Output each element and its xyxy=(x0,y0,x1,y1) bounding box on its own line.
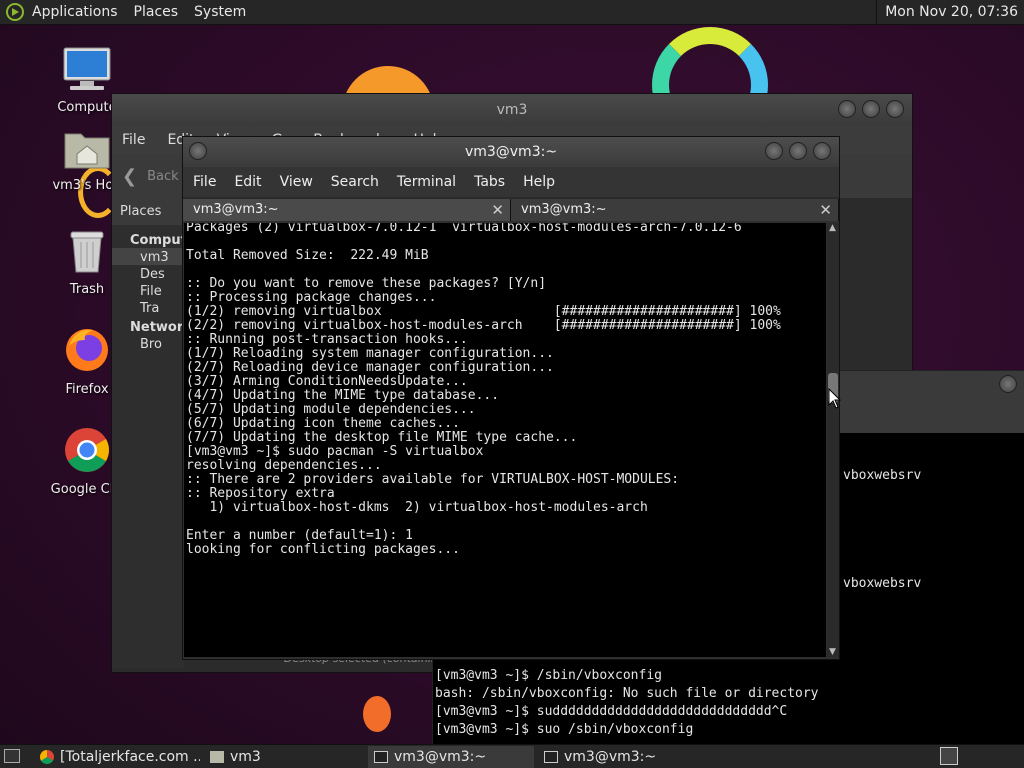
terminal-icon xyxy=(544,750,558,763)
term-menu-tabs[interactable]: Tabs xyxy=(474,174,505,190)
taskbar: [Totaljerkface.com ... vm3 vm3@vm3:~ vm3… xyxy=(0,744,1024,768)
scroll-down-icon[interactable]: ▼ xyxy=(829,647,836,657)
home-folder-icon xyxy=(64,133,110,169)
top-panel: Applications Places System Mon Nov 20, 0… xyxy=(0,0,1024,25)
taskbar-item-label: vm3@vm3:~ xyxy=(564,748,657,765)
maximize-button[interactable] xyxy=(862,100,880,118)
terminal2-side-text: vboxwebsrv xyxy=(843,576,922,591)
terminal-scrollbar[interactable]: ▲ ▼ xyxy=(827,223,839,657)
minimize-button[interactable] xyxy=(838,100,856,118)
close-button[interactable] xyxy=(886,100,904,118)
taskbar-item-label: vm3@vm3:~ xyxy=(394,748,487,765)
places-label[interactable]: Places xyxy=(112,198,184,225)
terminal-window[interactable]: vm3@vm3:~ File Edit View Search Terminal… xyxy=(182,136,840,660)
taskbar-item-terminal-2[interactable]: vm3@vm3:~ xyxy=(538,746,704,768)
places-sidebar: Places Compute vm3 Des File Tra Network … xyxy=(112,198,196,668)
show-desktop-icon[interactable] xyxy=(4,749,20,763)
term-menu-terminal[interactable]: Terminal xyxy=(397,174,456,190)
chrome-icon xyxy=(65,428,109,472)
terminal-tab-2[interactable]: vm3@vm3:~ ✕ xyxy=(511,199,839,221)
trash-icon xyxy=(70,231,104,273)
tab-label: vm3@vm3:~ xyxy=(521,202,607,217)
terminal-menubar: File Edit View Search Terminal Tabs Help xyxy=(183,167,839,197)
close-button[interactable] xyxy=(813,142,831,160)
terminal2-line: [vm3@vm3 ~]$ suddddddddddddddddddddddddd… xyxy=(435,704,788,719)
terminal-line: Packages (2) virtualbox-7.0.12-1 virtual… xyxy=(186,223,742,235)
tab-label: vm3@vm3:~ xyxy=(193,202,279,217)
workspace-switcher-icon[interactable] xyxy=(940,747,958,765)
taskbar-item-label: [Totaljerkface.com ... xyxy=(60,748,200,765)
sidebar-item-trash[interactable]: Tra xyxy=(112,299,184,316)
taskbar-item-terminal-1[interactable]: vm3@vm3:~ xyxy=(368,745,534,768)
terminal2-output[interactable]: [vm3@vm3 ~]$ /sbin/vboxconfig bash: /sbi… xyxy=(435,667,819,739)
close-icon[interactable]: ✕ xyxy=(819,199,832,221)
window-title: vm3 xyxy=(496,102,528,118)
terminal2-minimize-button[interactable] xyxy=(999,375,1017,393)
term-menu-file[interactable]: File xyxy=(193,174,216,190)
terminal-line: looking for conflicting packages... xyxy=(186,542,460,557)
terminal2-line: [vm3@vm3 ~]$ /sbin/vboxconfig xyxy=(435,668,662,683)
terminal-tabbar: vm3@vm3:~ ✕ vm3@vm3:~ ✕ xyxy=(183,197,839,221)
sidebar-item-home[interactable]: vm3 xyxy=(112,248,184,265)
terminal-output[interactable]: Packages (2) virtualbox-7.0.12-1 virtual… xyxy=(184,223,826,657)
menu-system[interactable]: System xyxy=(194,4,246,20)
back-button[interactable]: Back xyxy=(147,169,179,184)
distro-logo-icon[interactable] xyxy=(6,3,24,21)
sidebar-heading-network: Network xyxy=(130,320,192,335)
terminal-menu-button[interactable] xyxy=(189,142,207,160)
window-title: vm3@vm3:~ xyxy=(464,144,558,160)
chrome-icon xyxy=(40,749,54,764)
scroll-up-icon[interactable]: ▲ xyxy=(829,223,836,233)
taskbar-item-label: vm3 xyxy=(230,748,261,765)
terminal2-side-text: vboxwebsrv xyxy=(843,468,922,483)
maximize-button[interactable] xyxy=(789,142,807,160)
mouse-pointer-icon xyxy=(828,388,842,409)
computer-icon xyxy=(63,47,111,90)
menu-places[interactable]: Places xyxy=(134,4,179,20)
panel-clock[interactable]: Mon Nov 20, 07:36 xyxy=(876,0,1024,25)
minimize-button[interactable] xyxy=(765,142,783,160)
close-icon[interactable]: ✕ xyxy=(491,199,504,221)
wallpaper-small-shape xyxy=(363,696,391,732)
terminal-icon xyxy=(374,750,388,763)
terminal-titlebar[interactable]: vm3@vm3:~ xyxy=(183,137,839,167)
sidebar-item-browse[interactable]: Bro xyxy=(112,335,184,352)
terminal-tab-1[interactable]: vm3@vm3:~ ✕ xyxy=(183,199,511,221)
sidebar-heading-computer: Compute xyxy=(130,233,196,248)
taskbar-item-file-manager[interactable]: vm3 xyxy=(204,746,364,768)
sidebar-item-desktop[interactable]: Des xyxy=(112,265,184,282)
sidebar-item-filesystem[interactable]: File xyxy=(112,282,184,299)
terminal2-line: bash: /sbin/vboxconfig: No such file or … xyxy=(435,686,819,701)
term-menu-help[interactable]: Help xyxy=(523,174,555,190)
terminal2-line: [vm3@vm3 ~]$ suo /sbin/vboxconfig xyxy=(435,722,694,737)
fm-menu-file[interactable]: File xyxy=(122,132,145,148)
term-menu-edit[interactable]: Edit xyxy=(234,174,261,190)
back-arrow-icon[interactable]: ❮ xyxy=(122,166,137,187)
file-manager-titlebar[interactable]: vm3 xyxy=(112,94,912,126)
taskbar-item-browser[interactable]: [Totaljerkface.com ... xyxy=(34,746,200,768)
term-menu-search[interactable]: Search xyxy=(331,174,379,190)
folder-icon xyxy=(210,750,224,763)
menu-applications[interactable]: Applications xyxy=(32,4,118,20)
firefox-icon xyxy=(66,329,108,371)
term-menu-view[interactable]: View xyxy=(280,174,313,190)
